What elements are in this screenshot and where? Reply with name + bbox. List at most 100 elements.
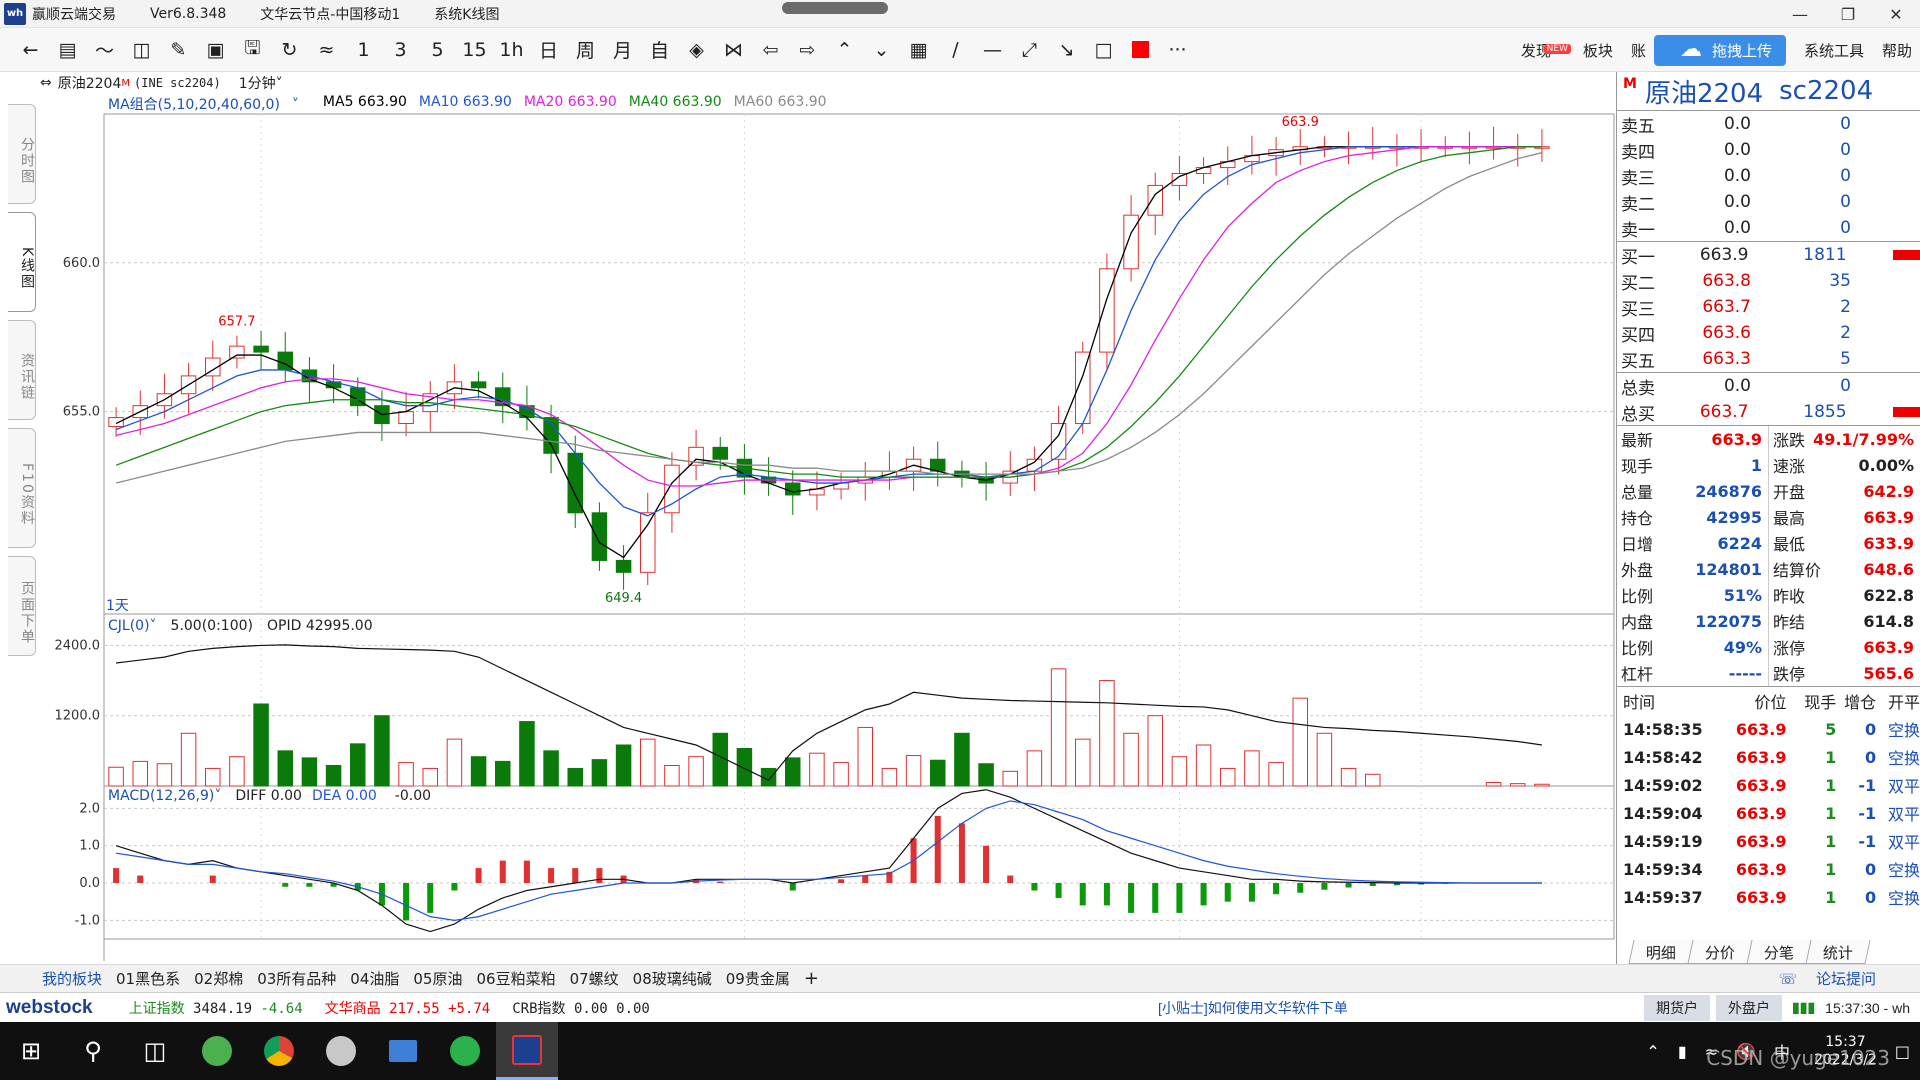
period-15-button[interactable]: 15: [456, 34, 493, 66]
notification-icon[interactable]: □: [1895, 1042, 1910, 1061]
kline-icon[interactable]: ◫: [123, 34, 160, 66]
drag-handle[interactable]: [782, 2, 888, 14]
tick-row[interactable]: 14:58:35 663.9 5 0 空换: [1617, 715, 1920, 743]
rect-icon[interactable]: □: [1085, 34, 1122, 66]
tick-row[interactable]: 14:59:34 663.9 1 0 空换: [1617, 855, 1920, 883]
period-3-button[interactable]: 3: [382, 34, 419, 66]
tab-detail[interactable]: 明细: [1628, 940, 1694, 964]
app-icon-green[interactable]: [186, 1022, 248, 1080]
futures-account-button[interactable]: 期货户: [1644, 994, 1711, 1021]
upload-button[interactable]: ☁ 拖拽上传: [1653, 34, 1786, 66]
sector-tab[interactable]: 04油脂: [350, 968, 399, 989]
tick-row[interactable]: 14:59:02 663.9 1 -1 双平: [1617, 771, 1920, 799]
more-icon[interactable]: ···: [1159, 34, 1196, 66]
tip-link[interactable]: [小贴士]如何使用文华软件下单: [1158, 998, 1348, 1018]
arrow-right-icon[interactable]: ⇨: [789, 34, 826, 66]
chevron-up-icon[interactable]: ⌃: [1646, 1042, 1659, 1061]
tick-row[interactable]: 14:58:42 663.9 1 0 空换: [1617, 743, 1920, 771]
tick-row[interactable]: 14:59:19 663.9 1 -1 双平: [1617, 827, 1920, 855]
sector-tab[interactable]: 01黑色系: [116, 968, 180, 989]
account-button[interactable]: 账: [1631, 40, 1646, 61]
tab-stats[interactable]: 统计: [1805, 940, 1871, 964]
total-row[interactable]: 总买 663.7 1855: [1617, 399, 1920, 425]
system-tools-button[interactable]: 系统工具: [1804, 40, 1864, 61]
line-diag-icon[interactable]: ∕: [937, 34, 974, 66]
kline-chart[interactable]: 663.9 657.7 649.4 1天 660.0 655.0 2400.0 1200.0…: [0, 94, 1616, 964]
sector-tab[interactable]: 03所有品种: [257, 968, 336, 989]
pencil-icon[interactable]: ✎: [160, 34, 197, 66]
arrow-left-icon[interactable]: ⇦: [752, 34, 789, 66]
forum-link[interactable]: ☏ 论坛提问: [1778, 968, 1890, 989]
total-row[interactable]: 总卖 0.0 0: [1617, 373, 1920, 399]
grid-icon[interactable]: ▦: [900, 34, 937, 66]
split-icon[interactable]: ◈: [678, 34, 715, 66]
app-icon-blue[interactable]: [372, 1022, 434, 1080]
chrome-icon[interactable]: [248, 1022, 310, 1080]
ask-row[interactable]: 卖四 0.0 0: [1617, 137, 1920, 163]
bowtie-icon[interactable]: ⋈: [715, 34, 752, 66]
link-icon[interactable]: ⇔: [40, 75, 52, 91]
search-icon[interactable]: ⚲: [62, 1022, 124, 1080]
ask-row[interactable]: 卖二 0.0 0: [1617, 189, 1920, 215]
period-1-button[interactable]: 1: [345, 34, 382, 66]
tick-row[interactable]: 14:59:04 663.9 1 -1 双平: [1617, 799, 1920, 827]
close-icon[interactable]: ✕: [1872, 0, 1920, 28]
period-select[interactable]: 1分钟˅: [239, 73, 283, 93]
server-node[interactable]: 文华云节点-中国移动1: [260, 4, 400, 24]
index-wenhua[interactable]: 文华商品 217.55 +5.74: [325, 998, 491, 1018]
discover-button[interactable]: 发现 NEW: [1503, 40, 1571, 61]
period-1h-button[interactable]: 1h: [493, 34, 530, 66]
sector-tab[interactable]: 06豆粕菜粕: [476, 968, 555, 989]
sector-tab[interactable]: 07螺纹: [570, 968, 619, 989]
index-shanghai[interactable]: 上证指数 3484.19 -4.64: [129, 998, 303, 1018]
restore-icon[interactable]: ❐: [1824, 0, 1872, 28]
line-horiz-icon[interactable]: —: [974, 34, 1011, 66]
tab-trades[interactable]: 分笔: [1746, 940, 1812, 964]
capture-icon[interactable]: ▣: [197, 34, 234, 66]
app-icon-shell[interactable]: [310, 1022, 372, 1080]
sector-tab-mine[interactable]: 我的板块: [42, 968, 102, 989]
index-crb[interactable]: CRB指数 0.00 0.00: [512, 998, 650, 1018]
minimize-icon[interactable]: —: [1776, 0, 1824, 28]
line-diag2-icon[interactable]: ⤢: [1011, 34, 1048, 66]
bid-row[interactable]: 买二 663.8 35: [1617, 268, 1920, 294]
save-icon[interactable]: 🖫: [234, 34, 271, 66]
down-chevrons-icon[interactable]: ⌄: [863, 34, 900, 66]
sector-tab[interactable]: 05原油: [413, 968, 462, 989]
table-icon[interactable]: ▤: [49, 34, 86, 66]
sector-tab[interactable]: 08玻璃纯碱: [633, 968, 712, 989]
up-chevrons-icon[interactable]: ⌃: [826, 34, 863, 66]
sector-button[interactable]: 板块: [1583, 40, 1613, 61]
sector-tab[interactable]: 09贵金属: [726, 968, 790, 989]
red-square-icon[interactable]: [1122, 34, 1159, 66]
bid-row[interactable]: 买一 663.9 1811: [1617, 242, 1920, 268]
foreign-account-button[interactable]: 外盘户: [1716, 994, 1783, 1021]
windows-start-icon[interactable]: ⊞: [0, 1022, 62, 1080]
line-chart-icon[interactable]: 〜: [86, 34, 123, 66]
trend-icon[interactable]: ≈: [308, 34, 345, 66]
period-day-button[interactable]: 日: [530, 34, 567, 66]
macd-indicator-select[interactable]: MACD(12,26,9)˅: [108, 788, 221, 804]
period-5-button[interactable]: 5: [419, 34, 456, 66]
ticks-list[interactable]: 14:58:35 663.9 5 0 空换 14:58:42 663.9 1 0 空换 14:59:…: [1617, 715, 1920, 911]
task-view-icon[interactable]: ◫: [124, 1022, 186, 1080]
bid-row[interactable]: 买三 663.7 2: [1617, 294, 1920, 320]
wechat-icon[interactable]: [434, 1022, 496, 1080]
tab-price-dist[interactable]: 分价: [1687, 940, 1753, 964]
ask-row[interactable]: 卖五 0.0 0: [1617, 111, 1920, 137]
bid-row[interactable]: 买五 663.3 5: [1617, 346, 1920, 372]
volume-indicator-select[interactable]: CJL(0)˅: [108, 618, 157, 634]
ask-row[interactable]: 卖三 0.0 0: [1617, 163, 1920, 189]
wenhua-app-icon[interactable]: [496, 1022, 558, 1080]
bid-row[interactable]: 买四 663.6 2: [1617, 320, 1920, 346]
help-button[interactable]: 帮助: [1882, 40, 1912, 61]
line-diag3-icon[interactable]: ↘: [1048, 34, 1085, 66]
add-sector-button[interactable]: +: [804, 968, 819, 989]
period-custom-button[interactable]: 自: [641, 34, 678, 66]
tick-row[interactable]: 14:59:37 663.9 1 0 空换: [1617, 883, 1920, 911]
back-icon[interactable]: ←: [12, 34, 49, 66]
refresh-icon[interactable]: ↻: [271, 34, 308, 66]
period-week-button[interactable]: 周: [567, 34, 604, 66]
battery-icon[interactable]: ▮: [1678, 1042, 1687, 1061]
ask-row[interactable]: 卖一 0.0 0: [1617, 215, 1920, 241]
